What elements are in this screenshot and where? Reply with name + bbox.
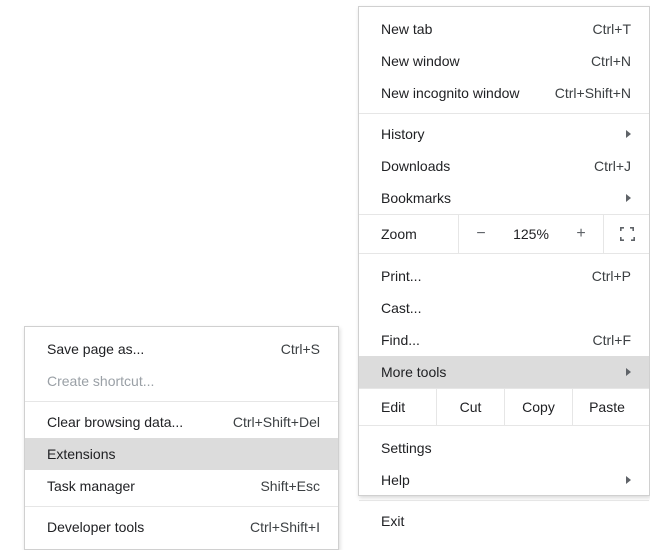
menu-label: Settings — [381, 440, 631, 456]
menu-shortcut: Shift+Esc — [260, 478, 320, 494]
submenu-arrow-icon — [626, 368, 631, 376]
menu-label: Find... — [381, 332, 593, 348]
menu-label: Clear browsing data... — [47, 414, 233, 430]
menu-separator — [25, 401, 338, 402]
menu-item-task-manager[interactable]: Task manager Shift+Esc — [25, 470, 338, 502]
menu-separator — [359, 500, 649, 501]
menu-item-settings[interactable]: Settings — [359, 432, 649, 464]
cut-button[interactable]: Cut — [437, 389, 505, 425]
copy-button[interactable]: Copy — [505, 389, 573, 425]
chrome-main-menu: New tab Ctrl+T New window Ctrl+N New inc… — [358, 6, 650, 496]
menu-label: Bookmarks — [381, 190, 618, 206]
zoom-in-button[interactable]: + — [559, 215, 603, 253]
menu-label: New window — [381, 53, 591, 69]
menu-item-find[interactable]: Find... Ctrl+F — [359, 324, 649, 356]
submenu-arrow-icon — [626, 194, 631, 202]
fullscreen-icon — [619, 226, 635, 242]
menu-shortcut: Ctrl+Shift+I — [250, 519, 320, 535]
menu-label: New tab — [381, 21, 593, 37]
menu-label: More tools — [381, 364, 618, 380]
menu-shortcut: Ctrl+S — [281, 341, 320, 357]
menu-shortcut: Ctrl+Shift+Del — [233, 414, 320, 430]
menu-label: History — [381, 126, 618, 142]
menu-shortcut: Ctrl+F — [593, 332, 632, 348]
submenu-arrow-icon — [626, 130, 631, 138]
zoom-out-button[interactable]: − — [459, 215, 503, 253]
zoom-row: Zoom − 125% + — [359, 214, 649, 254]
menu-label: Task manager — [47, 478, 260, 494]
menu-item-print[interactable]: Print... Ctrl+P — [359, 260, 649, 292]
menu-label: Help — [381, 472, 618, 488]
menu-item-new-tab[interactable]: New tab Ctrl+T — [359, 13, 649, 45]
zoom-value: 125% — [503, 215, 559, 253]
menu-label: Create shortcut... — [47, 373, 320, 389]
fullscreen-button[interactable] — [603, 215, 649, 253]
paste-button[interactable]: Paste — [573, 389, 641, 425]
menu-label: New incognito window — [381, 85, 555, 101]
menu-label: Exit — [381, 513, 631, 529]
menu-item-create-shortcut[interactable]: Create shortcut... — [25, 365, 338, 397]
menu-item-history[interactable]: History — [359, 118, 649, 150]
menu-label: Print... — [381, 268, 592, 284]
menu-shortcut: Ctrl+P — [592, 268, 631, 284]
menu-separator — [359, 113, 649, 114]
menu-shortcut: Ctrl+N — [591, 53, 631, 69]
menu-shortcut: Ctrl+Shift+N — [555, 85, 631, 101]
menu-item-more-tools[interactable]: More tools — [359, 356, 649, 388]
menu-item-exit[interactable]: Exit — [359, 505, 649, 537]
menu-separator — [25, 506, 338, 507]
menu-shortcut: Ctrl+T — [593, 21, 632, 37]
menu-label: Save page as... — [47, 341, 281, 357]
menu-shortcut: Ctrl+J — [594, 158, 631, 174]
more-tools-submenu: Save page as... Ctrl+S Create shortcut..… — [24, 326, 339, 550]
menu-item-bookmarks[interactable]: Bookmarks — [359, 182, 649, 214]
menu-label: Developer tools — [47, 519, 250, 535]
submenu-arrow-icon — [626, 476, 631, 484]
menu-item-new-window[interactable]: New window Ctrl+N — [359, 45, 649, 77]
menu-item-clear-browsing-data[interactable]: Clear browsing data... Ctrl+Shift+Del — [25, 406, 338, 438]
menu-label: Downloads — [381, 158, 594, 174]
edit-row: Edit Cut Copy Paste — [359, 388, 649, 426]
menu-item-new-incognito[interactable]: New incognito window Ctrl+Shift+N — [359, 77, 649, 109]
menu-label: Extensions — [47, 446, 320, 462]
menu-item-downloads[interactable]: Downloads Ctrl+J — [359, 150, 649, 182]
menu-label: Cast... — [381, 300, 631, 316]
menu-item-help[interactable]: Help — [359, 464, 649, 496]
menu-item-developer-tools[interactable]: Developer tools Ctrl+Shift+I — [25, 511, 338, 543]
menu-item-extensions[interactable]: Extensions — [25, 438, 338, 470]
edit-label: Edit — [359, 389, 437, 425]
menu-item-save-page[interactable]: Save page as... Ctrl+S — [25, 333, 338, 365]
menu-item-cast[interactable]: Cast... — [359, 292, 649, 324]
zoom-label: Zoom — [359, 215, 459, 253]
